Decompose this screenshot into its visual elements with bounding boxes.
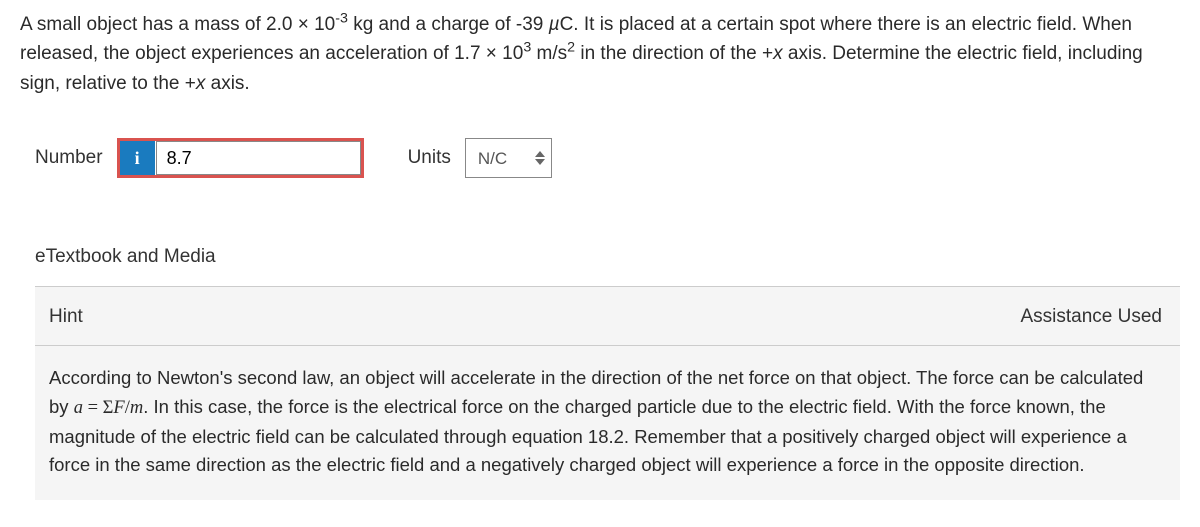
formula-a: a (74, 398, 83, 418)
number-input-wrap: i (117, 138, 364, 178)
superscript: 2 (567, 40, 575, 56)
formula-sigma: Σ (103, 398, 114, 418)
question-text: A small object has a mass of 2.0 × 10-3 … (20, 10, 1180, 98)
info-icon[interactable]: i (120, 141, 156, 175)
assistance-used-label: Assistance Used (1020, 303, 1162, 332)
x-variable: x (196, 73, 206, 94)
chevron-up-icon (535, 151, 545, 157)
formula-m: m (130, 398, 143, 418)
number-input[interactable] (156, 141, 361, 175)
question-fragment: kg and a charge of -39 (348, 14, 549, 35)
formula-eq: = (83, 398, 103, 418)
superscript: -3 (335, 11, 348, 27)
units-value: N/C (478, 146, 507, 172)
spinner-icon (535, 151, 545, 165)
question-fragment: A small object has a mass of 2.0 × 10 (20, 14, 335, 35)
units-label: Units (408, 144, 451, 173)
x-variable: x (773, 43, 783, 64)
hint-section: Hint Assistance Used According to Newton… (35, 287, 1180, 500)
question-fragment: in the direction of the + (575, 43, 773, 64)
answer-row: Number i Units N/C (35, 138, 1180, 178)
units-select[interactable]: N/C (465, 138, 552, 178)
mu-symbol: µ (549, 14, 560, 35)
hint-header[interactable]: Hint Assistance Used (35, 287, 1180, 347)
question-fragment: axis. (205, 73, 249, 94)
hint-fragment: . In this case, the force is the electri… (49, 396, 1127, 475)
number-label: Number (35, 144, 103, 173)
question-fragment: m/s (531, 43, 567, 64)
hint-body: According to Newton's second law, an obj… (35, 346, 1180, 500)
chevron-down-icon (535, 159, 545, 165)
hint-title: Hint (49, 303, 83, 332)
etextbook-media-link[interactable]: eTextbook and Media (35, 233, 1180, 287)
formula-f: F (113, 398, 124, 418)
